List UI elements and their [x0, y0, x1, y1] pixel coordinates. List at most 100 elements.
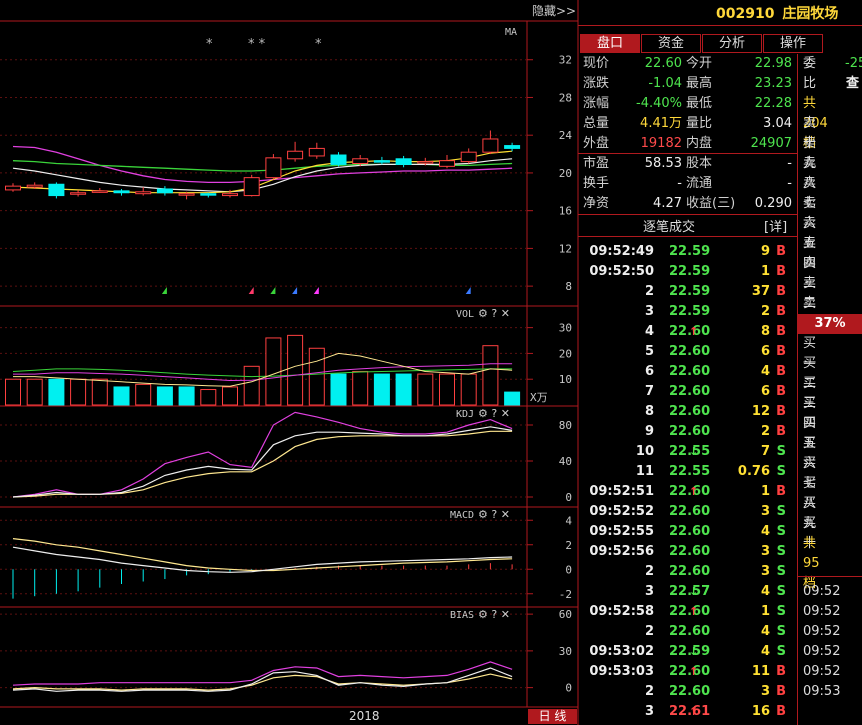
candle-body	[373, 160, 390, 163]
chart-area[interactable]: 8 12 16 20 24 28 32 10 20 30 0 40 80 -2 0 2 4 0 30 60 MA VO…	[0, 0, 579, 725]
macd-dea-line	[12, 538, 513, 572]
trade-price: 22.59	[669, 264, 711, 279]
volume-bar	[26, 378, 43, 406]
quote-table: 现价 22.60 今开 22.98 涨跌 -1.04 最高 23.23 涨幅 -4.40% 最低 22…	[578, 54, 798, 215]
quote-label: 最低	[686, 96, 713, 111]
gear-icon[interactable]: ⚙	[478, 307, 488, 320]
trade-side: B	[776, 344, 786, 359]
help-icon[interactable]: ?	[491, 407, 497, 420]
close-icon[interactable]: ✕	[501, 407, 510, 420]
y-tick-label: 12	[559, 242, 572, 255]
trades-detail-link[interactable]: [详]	[764, 216, 787, 235]
quote-label: 涨跌	[583, 76, 610, 91]
y-tick-label: 4	[565, 514, 572, 527]
help-icon[interactable]: ?	[491, 608, 497, 621]
trade-volume: 3	[760, 684, 770, 699]
close-icon[interactable]: ✕	[501, 608, 510, 621]
trade-side: S	[776, 444, 786, 459]
close-icon[interactable]: ✕	[501, 307, 510, 320]
y-tick-label: 10	[559, 373, 572, 386]
gear-icon[interactable]: ⚙	[478, 608, 488, 621]
y-tick-label: 28	[559, 91, 572, 104]
quote-label: 换手	[583, 176, 610, 191]
weibi-value: -25	[845, 56, 862, 71]
trade-time: 7	[644, 384, 654, 399]
candle-body	[200, 193, 217, 196]
quote-label: 最高	[686, 76, 713, 91]
bias-line-white	[12, 667, 513, 692]
trade-row: 3 22.61 ↑ 16 B	[583, 702, 790, 722]
trade-time: 09:52:50	[589, 264, 654, 279]
trade-price: 22.60	[669, 344, 711, 359]
trade-time: 3	[644, 304, 654, 319]
trade-row: 3 22.59 2 B	[583, 302, 790, 322]
book-time: 09:52	[803, 624, 841, 639]
trade-price: 22.60	[669, 544, 711, 559]
help-icon[interactable]: ?	[491, 307, 497, 320]
candle-body	[439, 160, 455, 167]
trade-volume: 3	[760, 544, 770, 559]
quote-value: 4.41万	[640, 116, 682, 131]
trades-divider	[578, 236, 798, 237]
hide-button[interactable]: 隐藏>>	[532, 2, 576, 19]
candle-body	[5, 185, 21, 191]
candle-body	[178, 193, 195, 196]
quote-label: 今开	[686, 56, 713, 71]
trade-volume: 3	[760, 504, 770, 519]
quote-value: 22.60	[644, 56, 682, 71]
quote-label: 收益(三)	[686, 196, 736, 211]
tab-fenxi[interactable]: 分析	[702, 34, 762, 53]
trade-volume: 1	[760, 604, 770, 619]
trade-side: B	[776, 404, 786, 419]
candle-body	[243, 177, 260, 197]
kdj-k-line	[12, 426, 513, 498]
trade-time: 09:52:55	[589, 524, 654, 539]
trade-volume: 4	[760, 364, 770, 379]
trade-price: 22.60	[669, 404, 711, 419]
quote-value: 3.04	[763, 116, 792, 131]
stock-code: 002910	[716, 6, 775, 22]
y-tick-label: 0	[565, 682, 572, 695]
vol-pane-tools: ⚙ ? ✕	[478, 307, 510, 320]
kdj-pane-tools: ⚙ ? ✕	[478, 407, 510, 420]
candle-body	[504, 145, 521, 149]
candle-body	[156, 188, 173, 194]
trade-row: 3 22.57 ↓ 4 S	[583, 582, 790, 602]
trade-row: 2 22.60 3 S	[583, 562, 790, 582]
gear-icon[interactable]: ⚙	[478, 508, 488, 521]
trade-volume: 2	[760, 304, 770, 319]
volume-bar	[439, 373, 455, 406]
quote-label: 现价	[583, 56, 610, 71]
quote-label: 涨幅	[583, 96, 610, 111]
query-label: 查	[846, 76, 860, 91]
trade-side: B	[776, 424, 786, 439]
macd-dif-line	[12, 546, 513, 573]
volume-bar	[373, 373, 390, 406]
trade-row: 09:52:56 22.60 3 S	[583, 542, 790, 562]
trade-price: 22.60	[669, 684, 711, 699]
tab-caozuo[interactable]: 操作	[763, 34, 823, 53]
quote-divider	[578, 153, 798, 154]
volume-bar	[308, 347, 325, 406]
trade-side: B	[776, 264, 786, 279]
header-divider	[578, 25, 862, 26]
trade-price: 22.55	[669, 464, 711, 479]
arrow-down-icon: ↓	[689, 645, 699, 658]
trade-side: S	[776, 464, 786, 479]
candle-body	[287, 150, 304, 160]
y-tick-label: 20	[559, 347, 572, 360]
tab-zijin[interactable]: 资金	[641, 34, 701, 53]
candle-body	[135, 191, 152, 195]
tab-pankou[interactable]: 盘口	[580, 34, 640, 53]
y-tick-label: -2	[559, 588, 572, 601]
trade-volume: 37	[751, 284, 770, 299]
trade-side: B	[776, 324, 786, 339]
help-icon[interactable]: ?	[491, 508, 497, 521]
y-tick-label: 30	[559, 322, 572, 335]
close-icon[interactable]: ✕	[501, 508, 510, 521]
star-mark-2: * *	[248, 37, 266, 52]
trade-volume: 9	[760, 244, 770, 259]
period-tab[interactable]: 日 线	[528, 709, 577, 724]
volume-bar	[352, 370, 369, 406]
gear-icon[interactable]: ⚙	[478, 407, 488, 420]
